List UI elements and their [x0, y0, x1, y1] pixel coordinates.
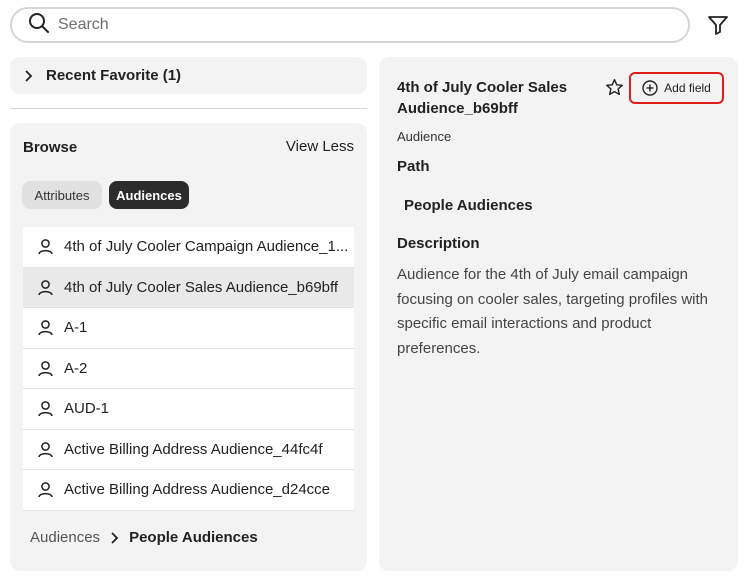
audience-list: 4th of July Cooler Campaign Audience_1..…	[23, 227, 354, 511]
breadcrumb-root[interactable]: Audiences	[30, 529, 100, 546]
recent-favorite-label: Recent Favorite (1)	[46, 67, 182, 84]
list-item-label: Active Billing Address Audience_d24cce	[64, 481, 331, 499]
detail-type: Audience	[397, 129, 452, 144]
path-value: People Audiences	[404, 197, 533, 214]
list-item[interactable]: Active Billing Address Audience_d24cce	[23, 470, 354, 511]
list-item[interactable]: A-1	[23, 308, 354, 349]
description-heading: Description	[397, 235, 480, 252]
search-input[interactable]	[58, 16, 658, 34]
chevron-right-icon	[110, 531, 119, 544]
chip-attributes[interactable]: Attributes	[22, 181, 102, 209]
browse-title: Browse	[23, 139, 78, 156]
recent-favorite-toggle[interactable]: Recent Favorite (1)	[10, 57, 367, 94]
user-icon	[37, 279, 54, 296]
list-item[interactable]: A-2	[23, 348, 354, 389]
user-icon	[37, 400, 54, 417]
detail-panel: 4th of July Cooler Sales Audience_b69bff…	[379, 57, 738, 571]
view-less-link[interactable]: View Less	[286, 138, 354, 155]
search-icon	[28, 12, 50, 39]
add-field-button[interactable]: Add field	[629, 72, 724, 104]
user-icon	[37, 360, 54, 377]
chip-audiences[interactable]: Audiences	[109, 181, 189, 209]
list-item-label: 4th of July Cooler Campaign Audience_1..…	[64, 238, 349, 256]
user-icon	[37, 319, 54, 336]
list-item[interactable]: 4th of July Cooler Campaign Audience_1..…	[23, 227, 354, 268]
user-icon	[37, 481, 54, 498]
detail-title: 4th of July Cooler Sales Audience_b69bff	[397, 79, 568, 117]
divider	[10, 108, 367, 109]
list-item-label: A-2	[64, 359, 88, 377]
list-item-label: AUD-1	[64, 400, 110, 418]
user-icon	[37, 441, 54, 458]
list-item-label: 4th of July Cooler Sales Audience_b69bff	[64, 278, 339, 296]
add-circle-icon	[642, 80, 658, 96]
list-item-label: Active Billing Address Audience_44fc4f	[64, 440, 323, 458]
description-text: Audience for the 4th of July email campa…	[397, 266, 709, 357]
path-heading: Path	[397, 158, 430, 175]
list-item-label: A-1	[64, 319, 88, 337]
add-field-label: Add field	[664, 81, 711, 95]
list-item[interactable]: AUD-1	[23, 389, 354, 430]
filter-icon[interactable]	[705, 12, 731, 38]
chevron-right-icon	[24, 69, 34, 82]
breadcrumb-current: People Audiences	[129, 529, 258, 546]
list-item[interactable]: Active Billing Address Audience_44fc4f	[23, 429, 354, 470]
list-item-selected[interactable]: 4th of July Cooler Sales Audience_b69bff	[23, 267, 354, 308]
search-bar[interactable]	[10, 7, 690, 43]
browse-panel: Browse View Less Attributes Audiences 4t…	[10, 123, 367, 571]
star-icon[interactable]	[605, 78, 624, 97]
user-icon	[37, 238, 54, 255]
breadcrumb: Audiences People Audiences	[30, 529, 258, 546]
